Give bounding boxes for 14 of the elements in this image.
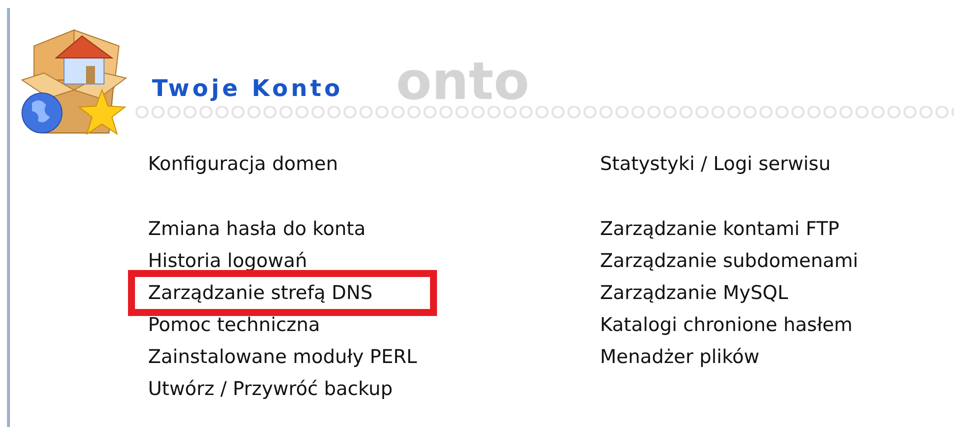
menu-link[interactable]: Menadżer plików [600,346,760,368]
menu-link[interactable]: Zarządzanie subdomenami [600,250,858,272]
menu-link[interactable]: Zarządzanie strefą DNS [148,282,373,304]
menu-link[interactable]: Konfiguracja domen [148,153,338,175]
menu-link[interactable]: Zarządzanie kontami FTP [600,218,840,240]
menu-link[interactable]: Utwórz / Przywróć backup [148,378,393,400]
menu-link[interactable]: Zainstalowane moduły PERL [148,346,417,368]
menu-link[interactable]: Statystyki / Logi serwisu [600,153,831,175]
menu-link[interactable]: Katalogi chronione hasłem [600,314,853,336]
menu-link[interactable]: Historia logowań [148,250,308,272]
menu-link[interactable]: Zarządzanie MySQL [600,282,788,304]
menu-link[interactable]: Pomoc techniczna [148,314,320,336]
menu-link[interactable]: Zmiana hasła do konta [148,218,366,240]
page-title: Twoje Konto [152,75,344,104]
